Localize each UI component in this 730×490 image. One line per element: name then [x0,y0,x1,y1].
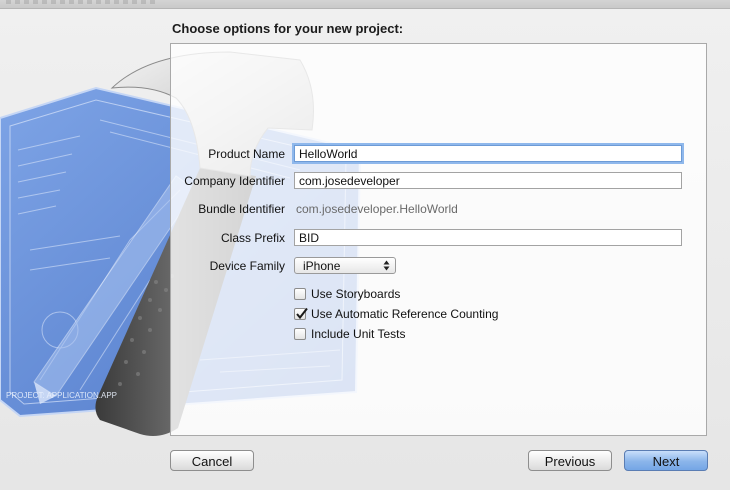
product-name-label: Product Name [208,147,285,161]
next-button[interactable]: Next [624,450,708,471]
include-unit-tests-checkbox[interactable] [294,328,306,340]
class-prefix-field[interactable] [294,229,682,246]
use-storyboards-checkbox[interactable] [294,288,306,300]
use-storyboards-label: Use Storyboards [311,287,401,301]
new-project-window: PROJECT: APPLICATION.APP Choose options … [0,0,730,490]
use-arc-label: Use Automatic Reference Counting [311,307,499,321]
device-family-label: Device Family [209,259,285,273]
bundle-identifier-value: com.josedeveloper.HelloWorld [296,202,458,216]
company-identifier-label: Company Identifier [184,174,285,188]
checkmark-icon [296,307,308,320]
bundle-identifier-label: Bundle Identifier [198,202,285,216]
up-down-arrows-icon [383,260,390,271]
product-name-field[interactable] [294,145,682,162]
device-family-select[interactable]: iPhone [294,257,396,274]
use-arc-checkbox[interactable] [294,307,308,320]
device-family-value: iPhone [303,259,341,273]
cancel-button[interactable]: Cancel [170,450,254,471]
company-identifier-field[interactable] [294,172,682,189]
class-prefix-label: Class Prefix [220,231,285,245]
page-title: Choose options for your new project: [172,21,404,36]
previous-button[interactable]: Previous [528,450,612,471]
include-unit-tests-label: Include Unit Tests [311,327,406,341]
blueprint-caption: PROJECT: APPLICATION.APP [6,391,117,400]
